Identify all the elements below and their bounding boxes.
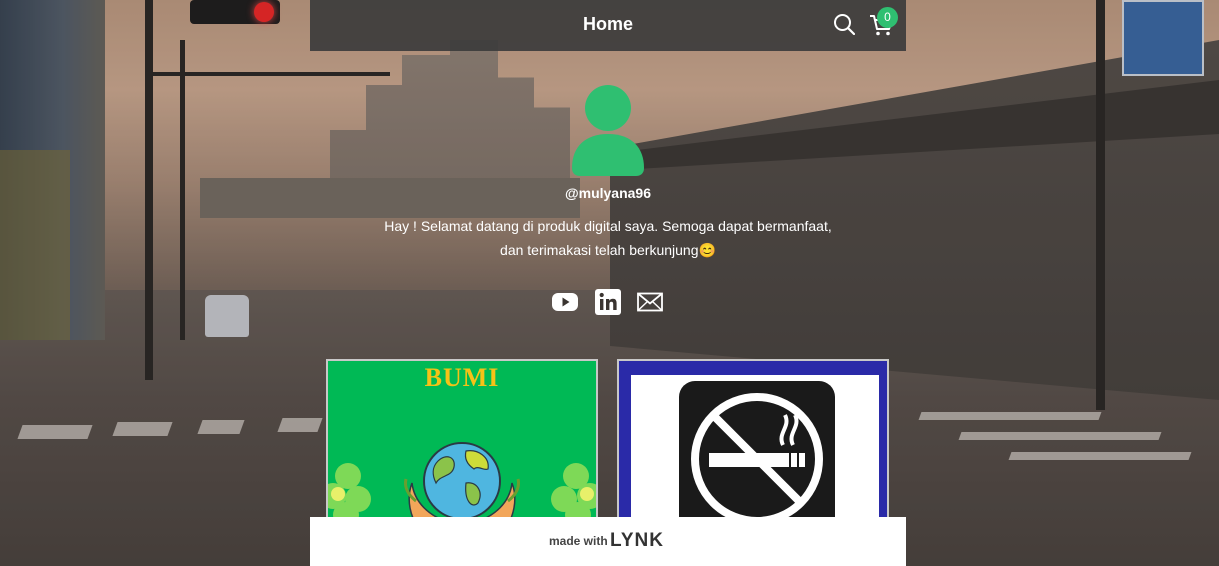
mail-icon[interactable] bbox=[637, 289, 663, 315]
top-header: Home 0 bbox=[310, 0, 906, 51]
made-with-text: made with bbox=[549, 534, 608, 548]
social-links bbox=[552, 289, 664, 315]
bio-line-1: Hay ! Selamat datang di produk digital s… bbox=[384, 218, 832, 234]
page-title: Home bbox=[582, 14, 633, 34]
product-card-no-smoking[interactable] bbox=[617, 359, 889, 529]
bio-line-2: dan terimakasi telah berkunjung😊 bbox=[500, 242, 716, 258]
youtube-icon[interactable] bbox=[552, 289, 578, 315]
linkedin-icon[interactable] bbox=[595, 289, 621, 315]
avatar-icon bbox=[572, 85, 644, 176]
footer-bar: made with LYNK bbox=[310, 517, 906, 566]
earth-hands-image bbox=[328, 442, 596, 527]
search-icon[interactable] bbox=[833, 13, 855, 35]
no-smoking-image bbox=[631, 375, 879, 527]
product-card-bumi[interactable]: BUMI bbox=[326, 359, 598, 529]
lynk-logo[interactable]: LYNK bbox=[610, 530, 664, 552]
cart-count-badge: 0 bbox=[877, 7, 898, 28]
profile-username: @mulyana96 bbox=[564, 185, 652, 201]
product-title: BUMI bbox=[424, 363, 500, 392]
profile-bio: Hay ! Selamat datang di produk digital s… bbox=[360, 214, 856, 262]
no-smoking-icon bbox=[679, 381, 835, 527]
